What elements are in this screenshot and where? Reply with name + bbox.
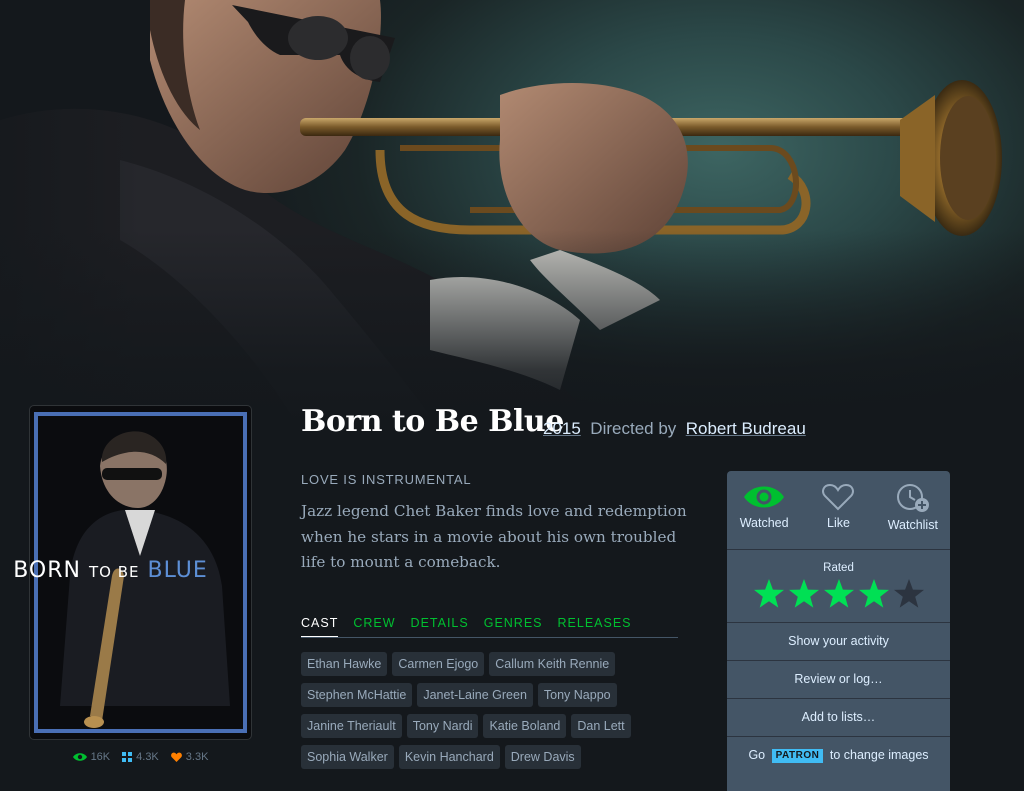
tab-releases[interactable]: RELEASES xyxy=(558,616,632,637)
year-link[interactable]: 2015 xyxy=(543,419,581,438)
eye-icon xyxy=(72,753,87,761)
go-text: Go xyxy=(748,748,766,762)
cast-member[interactable]: Drew Davis xyxy=(504,745,581,769)
heart-icon xyxy=(822,483,855,511)
star-rating[interactable] xyxy=(727,578,950,610)
film-meta: 2015 Directed by Robert Budreau xyxy=(543,419,806,439)
watched-button[interactable]: Watched xyxy=(727,471,801,549)
film-title: Born to Be Blue xyxy=(301,404,564,439)
actions-panel: Watched Like Watchlist Rated Show your a… xyxy=(727,471,950,791)
cast-member[interactable]: Janet-Laine Green xyxy=(417,683,533,707)
cast-member[interactable]: Tony Nardi xyxy=(406,714,479,738)
patron-badge[interactable]: PATRON xyxy=(771,749,824,763)
tagline: LOVE IS INSTRUMENTAL xyxy=(301,472,472,487)
cast-member[interactable]: Callum Keith Rennie xyxy=(489,652,616,676)
like-label: Like xyxy=(827,516,850,530)
heart-icon xyxy=(170,752,182,762)
watchlist-button[interactable]: Watchlist xyxy=(876,471,950,549)
change-images-text: to change images xyxy=(829,748,929,762)
star-icon[interactable] xyxy=(893,578,925,610)
watched-count[interactable]: 16K xyxy=(72,751,110,763)
add-to-lists-link[interactable]: Add to lists… xyxy=(727,698,950,736)
directed-by-label: Directed by xyxy=(590,419,677,438)
film-tabs: CAST CREW DETAILS GENRES RELEASES xyxy=(301,616,678,638)
likes-count[interactable]: 3.3K xyxy=(170,751,208,763)
cast-member[interactable]: Katie Boland xyxy=(483,714,567,738)
eye-icon xyxy=(744,486,785,508)
tab-cast[interactable]: CAST xyxy=(301,616,339,637)
synopsis: Jazz legend Chet Baker finds love and re… xyxy=(301,502,687,571)
lists-icon xyxy=(122,752,133,762)
director-link[interactable]: Robert Budreau xyxy=(686,419,806,438)
star-icon[interactable] xyxy=(858,578,890,610)
backdrop-image xyxy=(0,0,1024,430)
rated-label: Rated xyxy=(823,562,854,574)
cast-member[interactable]: Dan Lett xyxy=(571,714,631,738)
star-icon[interactable] xyxy=(753,578,785,610)
action-buttons: Watched Like Watchlist xyxy=(727,471,950,549)
star-icon[interactable] xyxy=(823,578,855,610)
tab-genres[interactable]: GENRES xyxy=(484,616,543,637)
poster-title-text: BORN TO BE BLUE xyxy=(13,558,208,583)
cast-member[interactable]: Sophia Walker xyxy=(301,745,394,769)
cast-member[interactable]: Carmen Ejogo xyxy=(392,652,485,676)
cast-member[interactable]: Ethan Hawke xyxy=(301,652,388,676)
show-activity-link[interactable]: Show your activity xyxy=(727,622,950,660)
poster-stats: 16K 4.3K 3.3K xyxy=(30,751,251,763)
rating-section: Rated xyxy=(727,549,950,622)
tab-crew[interactable]: CREW xyxy=(353,616,395,637)
like-button[interactable]: Like xyxy=(801,471,875,549)
review-or-log-link[interactable]: Review or log… xyxy=(727,660,950,698)
clock-plus-icon xyxy=(896,484,929,512)
change-images-link[interactable]: Go PATRON to change images xyxy=(727,736,950,774)
lists-count[interactable]: 4.3K xyxy=(122,751,159,763)
cast-list: Ethan Hawke Carmen Ejogo Callum Keith Re… xyxy=(301,652,681,769)
cast-member[interactable]: Janine Theriault xyxy=(301,714,402,738)
cast-member[interactable]: Kevin Hanchard xyxy=(398,745,500,769)
tab-details[interactable]: DETAILS xyxy=(411,616,469,637)
star-icon[interactable] xyxy=(788,578,820,610)
watchlist-label: Watchlist xyxy=(887,518,938,532)
cast-member[interactable]: Stephen McHattie xyxy=(301,683,413,707)
cast-member[interactable]: Tony Nappo xyxy=(537,683,617,707)
watched-label: Watched xyxy=(739,516,789,530)
